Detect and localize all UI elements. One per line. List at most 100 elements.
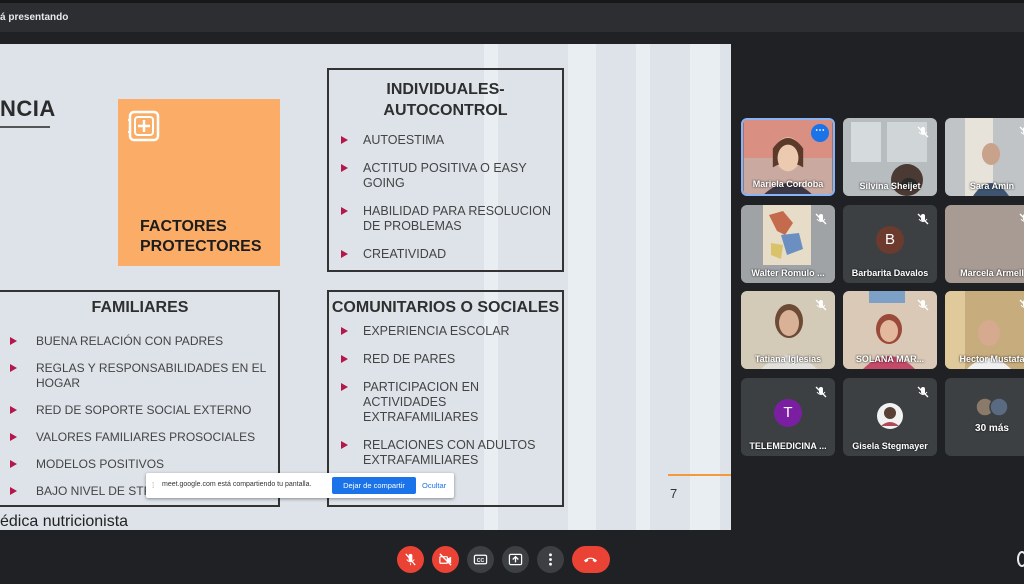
more-options-icon[interactable]: ⋯: [811, 124, 829, 142]
mic-off-icon: [405, 553, 416, 566]
bullet-icon: [10, 406, 17, 414]
familiares-heading: FAMILIARES: [91, 299, 189, 316]
bullet-icon: [10, 460, 17, 468]
top-bar: á presentando: [0, 0, 1024, 32]
list-item: MODELOS POSITIVOS: [0, 457, 278, 472]
mic-off-icon: [917, 386, 929, 398]
participant-name: Tatiana Iglesias: [754, 354, 822, 364]
mic-off-icon: [917, 126, 929, 138]
mic-off-icon: [815, 386, 827, 398]
bullet-icon: [10, 337, 17, 345]
participant-tile[interactable]: ⋯ Mariela Cordoba: [741, 118, 835, 196]
participant-name: Gisela Stegmayer: [852, 441, 928, 451]
participant-tile[interactable]: SOLANA MAR...: [843, 291, 937, 369]
safe-plus-icon: [128, 110, 160, 142]
bullet-icon: [341, 250, 348, 258]
avatar: B: [876, 226, 904, 254]
list-item: EXPERIENCIA ESCOLAR: [329, 324, 562, 339]
hide-button[interactable]: Ocultar: [422, 481, 446, 490]
page-number: 7: [670, 486, 678, 501]
camera-toggle-button[interactable]: [432, 546, 459, 573]
mic-off-icon: [815, 299, 827, 311]
leave-call-button[interactable]: [572, 546, 610, 573]
hang-up-icon: [583, 557, 598, 563]
bullet-icon: [10, 433, 17, 441]
list-item: PARTICIPACION EN ACTIVIDADES EXTRAFAMILI…: [329, 380, 562, 425]
bullet-icon: [341, 327, 348, 335]
participant-tile[interactable]: Silvina Sheijet: [843, 118, 937, 196]
participant-tile[interactable]: Tatiana Iglesias: [741, 291, 835, 369]
stop-sharing-button[interactable]: Dejar de compartir: [332, 477, 416, 494]
participant-tile[interactable]: Gisela Stegmayer: [843, 378, 937, 456]
list-item: CREATIVIDAD: [329, 247, 562, 262]
bullet-icon: [341, 164, 348, 172]
participant-name: Silvina Sheijet: [859, 181, 921, 191]
more-options-button[interactable]: [537, 546, 564, 573]
more-options-icon: [549, 553, 552, 566]
list-item: HABILIDAD PARA RESOLUCION DE PROBLEMAS: [329, 204, 562, 234]
bullet-icon: [341, 136, 348, 144]
mic-off-icon: [815, 213, 827, 225]
shared-screen: NCIA FACTORES PROTECTORES INDIVIDUALES-A…: [0, 44, 731, 530]
bullet-icon: [341, 355, 348, 363]
participant-tile[interactable]: Sara Amin: [945, 118, 1024, 196]
mic-off-icon: [917, 213, 929, 225]
bullet-icon: [10, 487, 17, 495]
participant-tile[interactable]: Hector Mustafa: [945, 291, 1024, 369]
title-underline: [0, 126, 50, 128]
list-item: ACTITUD POSITIVA O EASY GOING: [329, 161, 562, 191]
partial-icon[interactable]: [1017, 551, 1024, 567]
screen-share-banner: ⁞ meet.google.com está compartiendo tu p…: [146, 473, 454, 498]
avatar: T: [774, 399, 802, 427]
participant-name: Barbarita Davalos: [851, 268, 929, 278]
mic-off-icon: [1019, 126, 1024, 135]
participant-tile[interactable]: T TELEMEDICINA ...: [741, 378, 835, 456]
participant-name: TELEMEDICINA ...: [749, 441, 827, 451]
bullet-icon: [10, 364, 17, 372]
participant-name: Mariela Cordoba: [752, 179, 824, 189]
slide-stripe: [568, 44, 596, 530]
mic-off-icon: [1019, 213, 1024, 222]
mic-off-icon: [1019, 299, 1024, 308]
camera-off-icon: [439, 553, 452, 566]
list-item: RELACIONES CON ADULTOS EXTRAFAMILIARES: [329, 438, 562, 468]
factores-protectores-label: FACTORES PROTECTORES: [140, 218, 262, 255]
mic-off-icon: [917, 299, 929, 311]
meet-window: á presentando NCIA FACTORES PROTECTORES …: [0, 0, 1024, 584]
captions-icon: CC: [473, 554, 488, 565]
participant-name: Walter Romulo ...: [751, 268, 825, 278]
page-number-line: [668, 474, 731, 476]
individuales-card: INDIVIDUALES-AUTOCONTROL AUTOESTIMA ACTI…: [327, 68, 564, 272]
factores-protectores-box: FACTORES PROTECTORES: [118, 99, 280, 266]
svg-text:CC: CC: [477, 558, 485, 564]
present-now-button[interactable]: [502, 546, 529, 573]
share-message: meet.google.com está compartiendo tu pan…: [162, 481, 312, 488]
bullet-icon: [341, 441, 348, 449]
bullet-icon: [341, 207, 348, 215]
present-icon: [508, 553, 523, 566]
participant-name: Hector Mustafa: [959, 354, 1024, 364]
slide-footer: édica nutricionista: [0, 513, 129, 530]
list-item: AUTOESTIMA: [329, 133, 562, 148]
captions-button[interactable]: CC: [467, 546, 494, 573]
list-item: BUENA RELACIÓN CON PADRES: [0, 334, 278, 349]
participant-name: SOLANA MAR...: [855, 354, 925, 364]
participant-name: Sara Amin: [969, 181, 1015, 191]
list-item: REGLAS Y RESPONSABILIDADES EN EL HOGAR: [0, 361, 278, 391]
drag-handle-icon[interactable]: ⁞: [152, 481, 154, 490]
participant-avatars: [975, 397, 1009, 417]
participant-tile[interactable]: Marcela Armell: [945, 205, 1024, 283]
more-participants-count: 30 más: [975, 423, 1009, 434]
participant-name: Marcela Armell: [960, 268, 1024, 278]
slide-stripe: [636, 44, 650, 530]
comunitarios-heading: COMUNITARIOS O SOCIALES: [331, 299, 560, 316]
slide-stripe: [690, 44, 720, 530]
bullet-icon: [341, 383, 348, 391]
mic-toggle-button[interactable]: [397, 546, 424, 573]
more-participants-tile[interactable]: 30 más: [945, 378, 1024, 456]
presenting-label: á presentando: [0, 12, 69, 23]
participant-tile[interactable]: Walter Romulo ...: [741, 205, 835, 283]
list-item: RED DE PARES: [329, 352, 562, 367]
individuales-heading: INDIVIDUALES-AUTOCONTROL: [383, 81, 508, 119]
participant-tile[interactable]: B Barbarita Davalos: [843, 205, 937, 283]
